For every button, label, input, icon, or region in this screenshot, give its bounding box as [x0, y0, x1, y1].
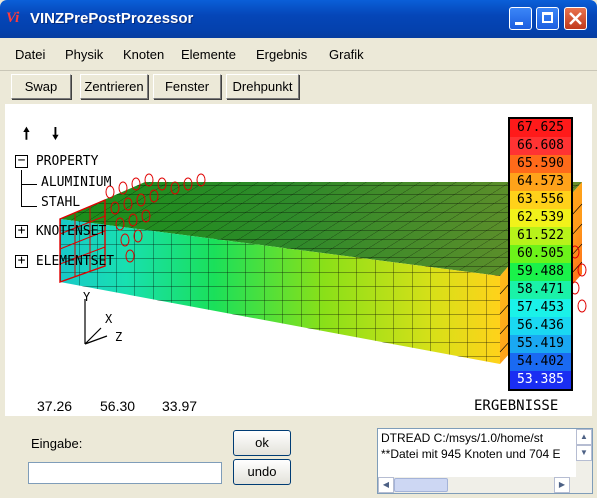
legend-entry: 66.608 — [510, 137, 571, 155]
drehpunkt-button[interactable]: Drehpunkt — [226, 74, 299, 99]
log-line: **Datei mit 945 Knoten und 704 E — [381, 447, 561, 461]
log-vertical-scrollbar[interactable]: ▲ ▼ — [576, 429, 592, 477]
arrow-up-icon[interactable]: 🠕 — [23, 123, 30, 150]
tree-node-aluminium[interactable]: ALUMINIUM — [41, 175, 111, 190]
log-output[interactable]: DTREAD C:/msys/1.0/home/st **Datei mit 9… — [377, 428, 593, 494]
legend-entry: 59.488 — [510, 263, 571, 281]
undo-button[interactable]: undo — [233, 459, 291, 485]
legend-entry: 64.573 — [510, 173, 571, 191]
scroll-right-icon[interactable]: ▶ — [554, 477, 570, 493]
tree-node-property[interactable]: − PROPERTY — [15, 154, 98, 169]
coord-x: 37.26 — [37, 398, 73, 414]
close-icon — [569, 12, 582, 25]
tree-label-elementset: ELEMENTSET — [35, 254, 115, 269]
tree-node-knotenset[interactable]: + KNOTENSET — [15, 224, 106, 239]
ok-button[interactable]: ok — [233, 430, 291, 456]
legend-entry: 62.539 — [510, 209, 571, 227]
window-title: VINZPrePostProzessor — [30, 10, 194, 27]
arrow-down-icon[interactable]: 🠗 — [52, 123, 59, 150]
minimize-button[interactable] — [509, 7, 532, 30]
results-label: ERGEBNISSE — [474, 398, 559, 414]
tree-label-knotenset: KNOTENSET — [35, 224, 107, 239]
legend-entry: 54.402 — [510, 353, 571, 371]
close-button[interactable] — [564, 7, 587, 30]
scroll-left-icon[interactable]: ◀ — [378, 477, 394, 493]
app-icon: Vi — [6, 10, 20, 26]
maximize-button[interactable] — [536, 7, 559, 30]
minimize-icon — [515, 22, 523, 25]
color-legend: 67.625 66.608 65.590 64.573 63.556 62.539 61.5… — [508, 117, 573, 391]
input-label: Eingabe: — [31, 436, 83, 451]
tree-connector — [21, 170, 24, 206]
menu-datei[interactable]: Datei — [15, 47, 45, 62]
legend-entry: 65.590 — [510, 155, 571, 173]
expand-icon[interactable]: + — [15, 224, 28, 238]
legend-entry: 57.453 — [510, 299, 571, 317]
zentrieren-button[interactable]: Zentrieren — [80, 74, 148, 99]
legend-entry: 60.505 — [510, 245, 571, 263]
scroll-up-icon[interactable]: ▲ — [576, 429, 592, 445]
toolbar: Swap Zentrieren Fenster Drehpunkt — [0, 71, 597, 103]
scroll-thumb[interactable] — [394, 478, 448, 492]
axis-label-z: Z — [115, 330, 123, 344]
menu-ergebnis[interactable]: Ergebnis — [256, 47, 307, 62]
legend-entry: 63.556 — [510, 191, 571, 209]
legend-entry: 67.625 — [510, 119, 571, 137]
tree-node-stahl[interactable]: STAHL — [41, 195, 80, 210]
coord-z: 33.97 — [162, 398, 198, 414]
legend-entry: 56.436 — [510, 317, 571, 335]
log-horizontal-scrollbar[interactable]: ◀ ▶ — [378, 477, 592, 493]
log-line: DTREAD C:/msys/1.0/home/st — [381, 431, 544, 445]
model-viewport[interactable]: 🠕 🠗 − PROPERTY ALUMINIUM STAHL + KNOTENS… — [5, 104, 592, 416]
menu-knoten[interactable]: Knoten — [123, 47, 164, 62]
tree-label-property: PROPERTY — [35, 154, 99, 169]
legend-entry: 53.385 — [510, 371, 571, 389]
maximize-icon — [542, 12, 553, 23]
collapse-icon[interactable]: − — [15, 154, 28, 168]
axis-triad — [84, 299, 108, 345]
expand-icon[interactable]: + — [15, 254, 28, 268]
menu-physik[interactable]: Physik — [65, 47, 103, 62]
menu-grafik[interactable]: Grafik — [329, 47, 364, 62]
legend-entry: 61.522 — [510, 227, 571, 245]
tree-node-elementset[interactable]: + ELEMENTSET — [15, 254, 114, 269]
title-bar[interactable]: Vi VINZPrePostProzessor — [0, 0, 597, 38]
menu-bar: Datei Physik Knoten Elemente Ergebnis Gr… — [0, 38, 597, 71]
swap-button[interactable]: Swap — [11, 74, 71, 99]
fenster-button[interactable]: Fenster — [153, 74, 221, 99]
tree-connector — [21, 206, 37, 207]
command-input[interactable] — [28, 462, 222, 484]
tree-connector — [21, 184, 37, 185]
legend-entry: 58.471 — [510, 281, 571, 299]
axis-label-y: Y — [83, 290, 91, 304]
scroll-down-icon[interactable]: ▼ — [576, 445, 592, 461]
legend-entry: 55.419 — [510, 335, 571, 353]
axis-label-x: X — [105, 312, 113, 326]
menu-elemente[interactable]: Elemente — [181, 47, 236, 62]
coord-y: 56.30 — [100, 398, 136, 414]
